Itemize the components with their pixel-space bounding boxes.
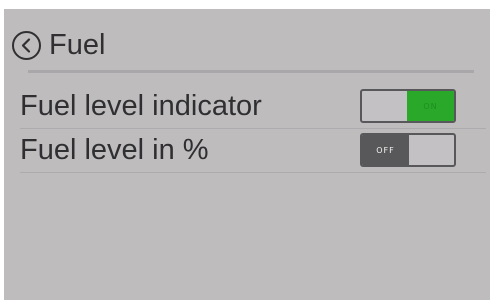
page-title: Fuel [49,29,106,61]
title-divider [28,70,474,73]
fuel-level-percent-toggle[interactable]: OFF [360,133,456,167]
setting-label: Fuel level in % [20,134,209,166]
fuel-level-indicator-toggle[interactable]: ON [360,89,456,123]
toggle-state-label: ON [407,91,454,121]
settings-screen: Fuel Fuel level indicator ON Fuel level … [4,9,490,300]
back-button[interactable] [11,30,42,61]
chevron-left-circle-icon [12,30,41,60]
row-divider [20,172,486,173]
setting-row-fuel-level-indicator: Fuel level indicator ON [20,85,486,129]
setting-row-fuel-level-percent: Fuel level in % OFF [20,129,486,173]
header: Fuel [11,27,105,63]
toggle-state-label: OFF [362,135,409,165]
setting-label: Fuel level indicator [20,90,262,122]
